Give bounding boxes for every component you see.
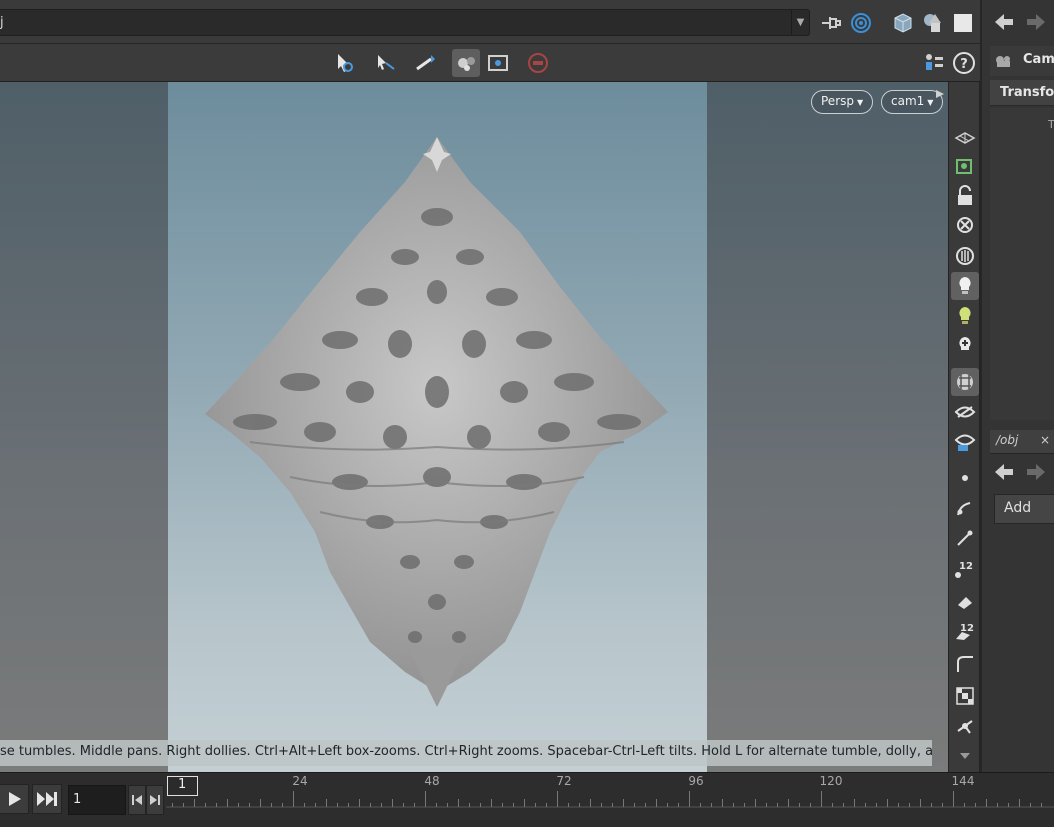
network-tab-label: /obj xyxy=(996,433,1019,447)
path-bar: j ▼ xyxy=(0,0,988,44)
network-back-icon[interactable] xyxy=(992,460,1018,486)
snap-icon[interactable] xyxy=(951,152,979,180)
display-options-icon[interactable] xyxy=(920,49,948,77)
square-icon[interactable] xyxy=(950,10,976,36)
viewer-toolbar: ? xyxy=(0,44,988,82)
path-text: j xyxy=(0,15,4,30)
display-toolbar: 12 12 xyxy=(948,82,980,772)
viewer-status-line: se tumbles. Middle pans. Right dollies. … xyxy=(0,740,932,766)
grid-plane-icon[interactable] xyxy=(951,124,979,152)
forward-arrow-icon[interactable] xyxy=(1024,10,1050,36)
shapes-icon[interactable] xyxy=(920,10,946,36)
camera-label: cam1 xyxy=(891,94,925,108)
perspective-dropdown-icon: ▼ xyxy=(857,98,864,107)
curve-icon[interactable] xyxy=(951,650,979,678)
lock-icon[interactable] xyxy=(951,182,979,210)
normals-icon[interactable] xyxy=(951,712,979,740)
parameter-area: T xyxy=(990,108,1054,420)
headlight-icon[interactable] xyxy=(951,242,979,270)
camera-node-header[interactable]: Came xyxy=(990,46,1054,76)
tick-label-24: 24 xyxy=(292,774,308,788)
transform-tab-label: Transfor xyxy=(1000,85,1054,100)
snap-number-2: 12 xyxy=(960,623,974,634)
tick-label-48: 48 xyxy=(424,774,440,788)
pin-icon[interactable] xyxy=(818,10,844,36)
tick-label-72: 72 xyxy=(556,774,572,788)
select-tool-icon[interactable] xyxy=(330,49,358,77)
normal-light-icon[interactable] xyxy=(951,302,979,330)
step-forward-button[interactable] xyxy=(146,785,164,815)
frame-input[interactable]: 1 xyxy=(68,785,126,815)
transform-tab[interactable]: Transfor xyxy=(990,80,1054,106)
frame-view-icon[interactable] xyxy=(484,49,512,77)
camera-node-label: Came xyxy=(1023,52,1054,67)
tick-label-96: 96 xyxy=(688,774,704,788)
face-icon[interactable] xyxy=(951,588,979,616)
snap-number-1: 12 xyxy=(959,561,973,572)
tick-label-144: 144 xyxy=(951,774,975,788)
object-mode-icon[interactable] xyxy=(890,10,916,36)
light-off-icon[interactable] xyxy=(951,212,979,240)
jump-end-button[interactable] xyxy=(32,784,62,814)
camera-dropdown-icon: ▼ xyxy=(927,98,934,107)
translate-label: T xyxy=(1048,118,1054,131)
visibility-icon[interactable] xyxy=(951,398,979,426)
add-button[interactable]: Add xyxy=(994,494,1054,524)
network-path-field[interactable]: j ▼ xyxy=(0,9,810,36)
playbar: 1 1 24 48 72 96 120 144 xyxy=(0,772,1054,827)
point-icon[interactable] xyxy=(951,464,979,492)
camera-node-icon xyxy=(994,52,1014,72)
display-eye-icon[interactable] xyxy=(951,428,979,456)
move-tool-icon[interactable] xyxy=(372,49,400,77)
edge-icon[interactable] xyxy=(951,494,979,522)
scene-viewport[interactable]: Persp ▼ cam1 ▼ se tumbles. Middle pans. Ri… xyxy=(0,82,948,772)
fractal-sculpture xyxy=(205,137,668,707)
prim-number-icon[interactable]: 12 xyxy=(951,618,979,646)
shading-mode-icon[interactable] xyxy=(951,368,979,396)
houdini-window: j ▼ ? Persp ▼ cam1 ▼ se tumbles. Middle … xyxy=(0,0,1054,827)
tick-label-120: 120 xyxy=(819,774,843,788)
viewport-arrow-icon[interactable] xyxy=(932,84,948,98)
hq-light-icon[interactable] xyxy=(951,332,979,360)
perspective-menu-button[interactable]: Persp ▼ xyxy=(811,90,874,114)
current-frame-marker[interactable]: 1 xyxy=(167,776,198,796)
right-panel: Came Transfor T /obj × Add xyxy=(980,0,1054,772)
close-tab-icon[interactable]: × xyxy=(1040,433,1050,447)
back-arrow-icon[interactable] xyxy=(992,10,1018,36)
point-number-icon[interactable]: 12 xyxy=(951,556,979,584)
scroll-down-icon[interactable] xyxy=(951,742,979,770)
primitive-icon[interactable] xyxy=(951,524,979,552)
help-icon[interactable]: ? xyxy=(950,49,978,77)
view-tool-icon[interactable] xyxy=(452,49,480,77)
play-button[interactable] xyxy=(0,784,29,814)
step-back-button[interactable] xyxy=(128,785,146,815)
perspective-label: Persp xyxy=(821,94,854,108)
network-forward-icon[interactable] xyxy=(1024,460,1050,486)
handle-tool-icon[interactable] xyxy=(412,49,440,77)
uv-grid-icon[interactable] xyxy=(951,682,979,710)
network-tab[interactable]: /obj × xyxy=(990,430,1054,454)
svg-text:?: ? xyxy=(960,57,968,72)
disabled-tool-icon[interactable] xyxy=(524,49,552,77)
path-dropdown-icon[interactable]: ▼ xyxy=(791,10,809,35)
default-light-icon[interactable] xyxy=(951,272,979,300)
link-icon[interactable] xyxy=(848,10,874,36)
